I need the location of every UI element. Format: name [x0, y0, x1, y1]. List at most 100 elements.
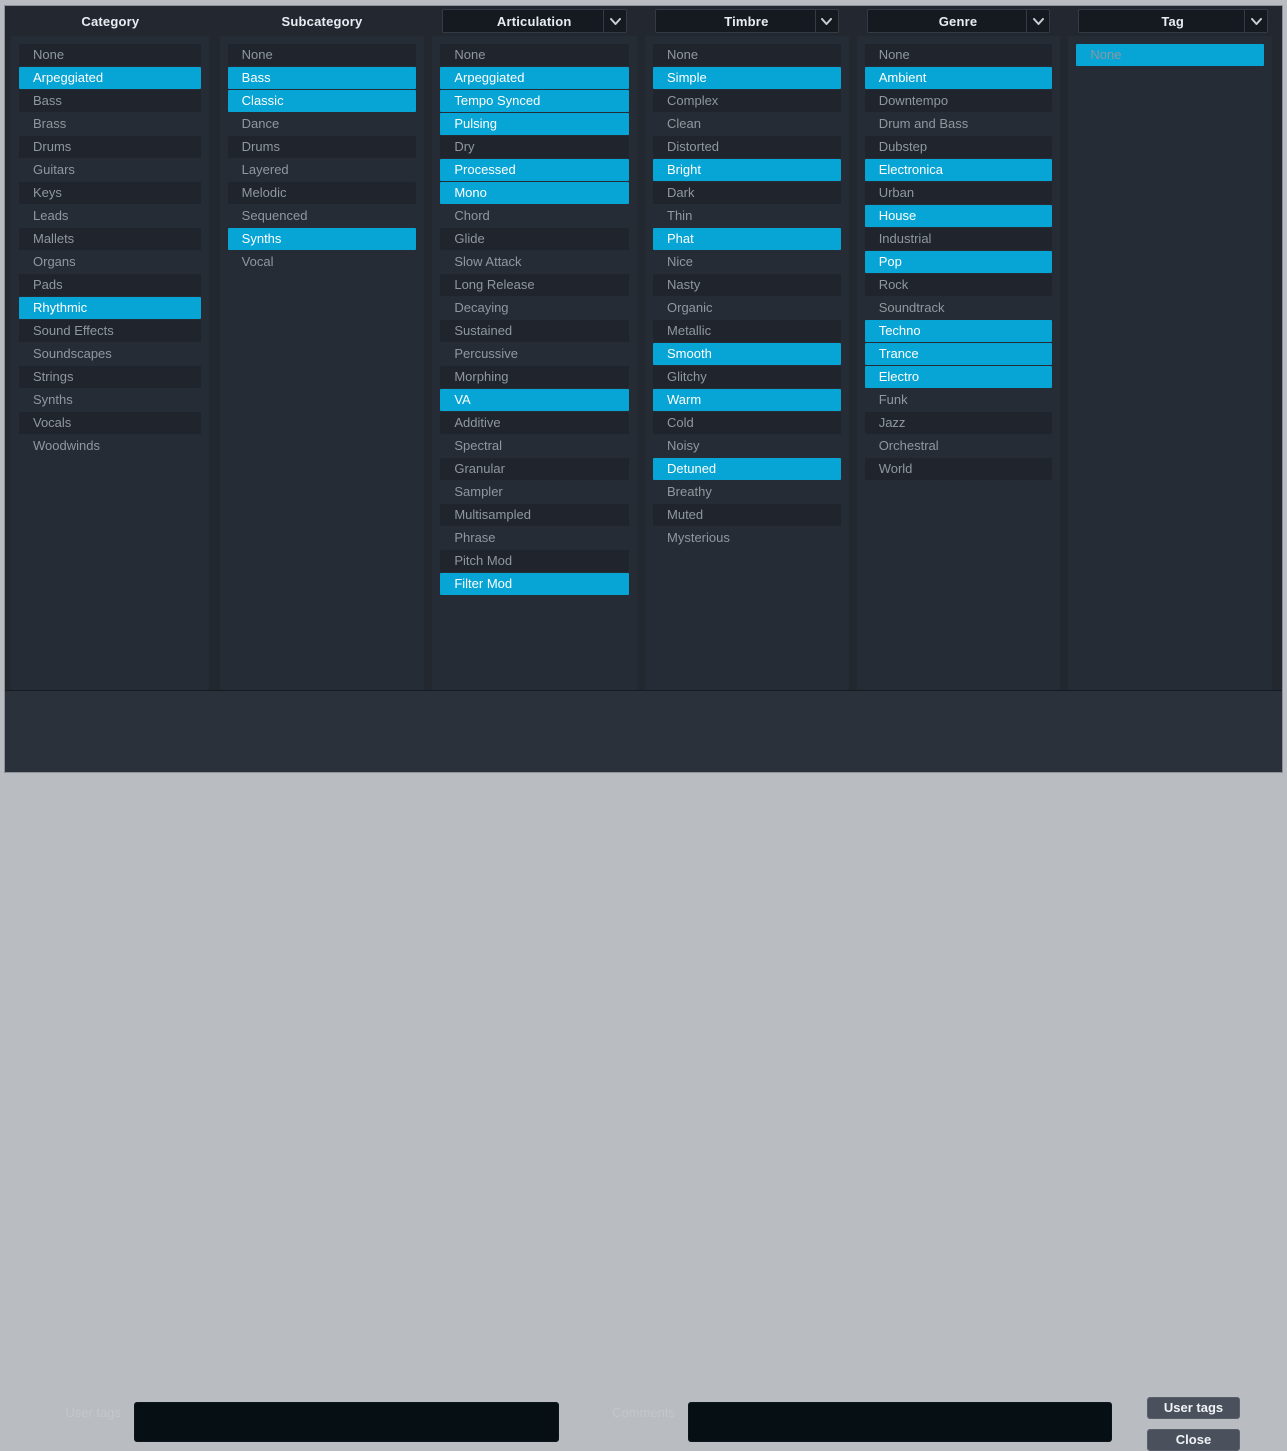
list-item[interactable]: Breathy	[653, 481, 841, 503]
list-item[interactable]: Dark	[653, 182, 841, 204]
dropdown-tag[interactable]: Tag	[1078, 9, 1268, 33]
list-item[interactable]: None	[1076, 44, 1264, 66]
chevron-down-icon[interactable]	[1026, 10, 1049, 32]
list-item[interactable]: Pads	[19, 274, 201, 296]
list-item[interactable]: Drums	[228, 136, 417, 158]
list-item[interactable]: Strings	[19, 366, 201, 388]
list-item[interactable]: Urban	[865, 182, 1053, 204]
list-item[interactable]: Morphing	[440, 366, 629, 388]
list-item[interactable]: VA	[440, 389, 629, 411]
list-item[interactable]: Muted	[653, 504, 841, 526]
list-item[interactable]: None	[653, 44, 841, 66]
list-item[interactable]: Trance	[865, 343, 1053, 365]
list-item[interactable]: Organic	[653, 297, 841, 319]
list-item[interactable]: Mallets	[19, 228, 201, 250]
comments-input[interactable]	[688, 1402, 1112, 1442]
list-item[interactable]: Long Release	[440, 274, 629, 296]
list-item[interactable]: Bass	[228, 67, 417, 89]
dropdown-articulation[interactable]: Articulation	[442, 9, 627, 33]
list-item[interactable]: Noisy	[653, 435, 841, 457]
list-item[interactable]: Glitchy	[653, 366, 841, 388]
list-item[interactable]: Processed	[440, 159, 629, 181]
list-item[interactable]: Woodwinds	[19, 435, 201, 457]
list-item[interactable]: None	[19, 44, 201, 66]
dropdown-genre[interactable]: Genre	[867, 9, 1051, 33]
list-item[interactable]: Downtempo	[865, 90, 1053, 112]
list-item[interactable]: Slow Attack	[440, 251, 629, 273]
column-header-genre[interactable]: Genre	[853, 6, 1065, 36]
list-item[interactable]: Thin	[653, 205, 841, 227]
close-button[interactable]: Close	[1147, 1429, 1240, 1451]
list-item[interactable]: Orchestral	[865, 435, 1053, 457]
list-item[interactable]: Jazz	[865, 412, 1053, 434]
list-item[interactable]: Phat	[653, 228, 841, 250]
list-item[interactable]: Filter Mod	[440, 573, 629, 595]
list-item[interactable]: Arpeggiated	[440, 67, 629, 89]
chevron-down-icon[interactable]	[815, 10, 838, 32]
list-item[interactable]: Dubstep	[865, 136, 1053, 158]
list-item[interactable]: Glide	[440, 228, 629, 250]
list-item[interactable]: Vocal	[228, 251, 417, 273]
list-item[interactable]: Soundtrack	[865, 297, 1053, 319]
list-item[interactable]: Simple	[653, 67, 841, 89]
column-header-tag[interactable]: Tag	[1064, 6, 1282, 36]
column-header-articulation[interactable]: Articulation	[428, 6, 641, 36]
list-item[interactable]: Leads	[19, 205, 201, 227]
list-item[interactable]: Techno	[865, 320, 1053, 342]
list-item[interactable]: Brass	[19, 113, 201, 135]
list-item[interactable]: Sound Effects	[19, 320, 201, 342]
list-item[interactable]: Rhythmic	[19, 297, 201, 319]
list-item[interactable]: Nice	[653, 251, 841, 273]
list-item[interactable]: Detuned	[653, 458, 841, 480]
list-item[interactable]: Sampler	[440, 481, 629, 503]
list-item[interactable]: Pulsing	[440, 113, 629, 135]
list-item[interactable]: Additive	[440, 412, 629, 434]
chevron-down-icon[interactable]	[1244, 10, 1267, 32]
list-item[interactable]: Organs	[19, 251, 201, 273]
list-item[interactable]: Percussive	[440, 343, 629, 365]
list-item[interactable]: Multisampled	[440, 504, 629, 526]
list-item[interactable]: Dance	[228, 113, 417, 135]
list-item[interactable]: Phrase	[440, 527, 629, 549]
list-item[interactable]: Vocals	[19, 412, 201, 434]
list-item[interactable]: Nasty	[653, 274, 841, 296]
list-item[interactable]: World	[865, 458, 1053, 480]
list-item[interactable]: Drum and Bass	[865, 113, 1053, 135]
list-item[interactable]: Mono	[440, 182, 629, 204]
list-item[interactable]: Metallic	[653, 320, 841, 342]
list-item[interactable]: Sustained	[440, 320, 629, 342]
list-item[interactable]: Synths	[19, 389, 201, 411]
list-item[interactable]: Chord	[440, 205, 629, 227]
list-item[interactable]: None	[440, 44, 629, 66]
list-item[interactable]: Drums	[19, 136, 201, 158]
list-item[interactable]: Layered	[228, 159, 417, 181]
list-item[interactable]: Pitch Mod	[440, 550, 629, 572]
list-item[interactable]: House	[865, 205, 1053, 227]
list-item[interactable]: None	[228, 44, 417, 66]
list-item[interactable]: Bass	[19, 90, 201, 112]
user-tags-button[interactable]: User tags	[1147, 1397, 1240, 1419]
list-item[interactable]: Cold	[653, 412, 841, 434]
chevron-down-icon[interactable]	[603, 10, 626, 32]
list-item[interactable]: Electronica	[865, 159, 1053, 181]
list-item[interactable]: Guitars	[19, 159, 201, 181]
list-item[interactable]: Sequenced	[228, 205, 417, 227]
list-item[interactable]: Synths	[228, 228, 417, 250]
list-item[interactable]: Melodic	[228, 182, 417, 204]
list-item[interactable]: Mysterious	[653, 527, 841, 549]
list-item[interactable]: Tempo Synced	[440, 90, 629, 112]
list-item[interactable]: Keys	[19, 182, 201, 204]
list-item[interactable]: Electro	[865, 366, 1053, 388]
list-item[interactable]: Ambient	[865, 67, 1053, 89]
list-item[interactable]: Funk	[865, 389, 1053, 411]
list-item[interactable]: Pop	[865, 251, 1053, 273]
list-item[interactable]: Classic	[228, 90, 417, 112]
list-item[interactable]: Warm	[653, 389, 841, 411]
list-item[interactable]: Smooth	[653, 343, 841, 365]
column-header-timbre[interactable]: Timbre	[641, 6, 853, 36]
list-item[interactable]: Rock	[865, 274, 1053, 296]
dropdown-timbre[interactable]: Timbre	[655, 9, 839, 33]
list-item[interactable]: Arpeggiated	[19, 67, 201, 89]
list-item[interactable]: Industrial	[865, 228, 1053, 250]
user-tags-input[interactable]	[134, 1402, 559, 1442]
